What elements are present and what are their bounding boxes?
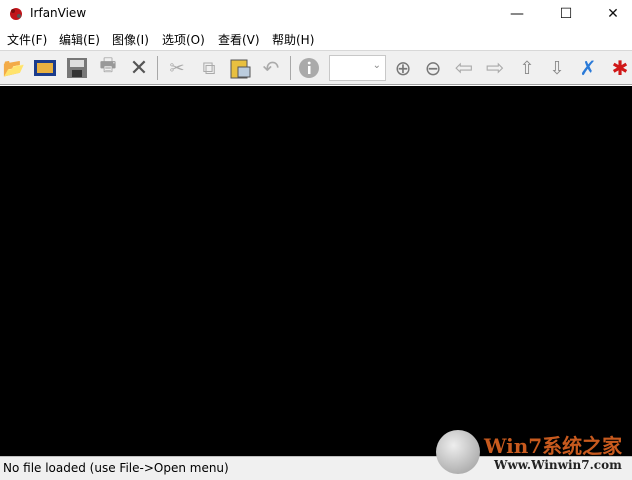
paste-icon[interactable] bbox=[227, 55, 253, 81]
previous-file-icon[interactable]: ⇧ bbox=[514, 55, 540, 81]
zoom-out-icon[interactable]: ⊖ bbox=[420, 55, 446, 81]
save-icon[interactable] bbox=[64, 55, 90, 81]
windows-logo bbox=[436, 430, 480, 474]
chevron-down-icon: ⌄ bbox=[372, 60, 381, 71]
toolbar-separator bbox=[290, 56, 291, 80]
delete-icon[interactable]: ✕ bbox=[126, 55, 152, 81]
next-icon[interactable]: ⇨ bbox=[482, 55, 508, 81]
close-button[interactable]: ✕ bbox=[590, 0, 632, 28]
window-title: IrfanView bbox=[30, 6, 87, 20]
info-icon[interactable] bbox=[296, 55, 322, 81]
print-icon[interactable]: 🖶 bbox=[95, 55, 121, 81]
menu-image[interactable]: 图像(I) bbox=[112, 31, 149, 48]
menu-edit[interactable]: 编辑(E) bbox=[59, 31, 100, 48]
minimize-button[interactable]: — bbox=[494, 0, 540, 28]
watermark-brand: Win7系统之家 bbox=[484, 434, 623, 458]
slideshow-icon[interactable] bbox=[32, 55, 58, 81]
settings-icon[interactable]: ✗ bbox=[575, 55, 601, 81]
toolbar-separator bbox=[157, 56, 158, 80]
previous-icon[interactable]: ⇦ bbox=[451, 55, 477, 81]
menu-options[interactable]: 选项(O) bbox=[162, 31, 205, 48]
zoom-combo[interactable]: ⌄ bbox=[329, 55, 386, 81]
maximize-button[interactable]: ☐ bbox=[543, 0, 589, 28]
menu-bar: 文件(F) 编辑(E) 图像(I) 选项(O) 查看(V) 帮助(H) bbox=[0, 28, 632, 50]
irfanview-app-icon bbox=[8, 6, 24, 22]
image-view[interactable] bbox=[0, 86, 632, 456]
open-folder-icon[interactable]: 📂 bbox=[1, 55, 27, 81]
next-file-icon[interactable]: ⇩ bbox=[544, 55, 570, 81]
status-text: No file loaded (use File->Open menu) bbox=[3, 461, 229, 475]
watermark-url: Www.Winwin7.com bbox=[494, 458, 622, 472]
watermark: Win7系统之家 Www.Winwin7.com bbox=[436, 428, 632, 480]
title-bar: IrfanView — ☐ ✕ bbox=[0, 0, 632, 28]
undo-icon[interactable]: ↶ bbox=[258, 55, 284, 81]
menu-help[interactable]: 帮助(H) bbox=[272, 31, 314, 48]
copy-icon[interactable]: ⧉ bbox=[196, 55, 222, 81]
cut-icon[interactable]: ✂ bbox=[164, 55, 190, 81]
menu-file[interactable]: 文件(F) bbox=[7, 31, 47, 48]
irfanview-logo-icon[interactable]: ✱ bbox=[607, 55, 632, 81]
toolbar: 📂 🖶 ✕ ✂ ⧉ ↶ ⌄ ⊕ ⊖ ⇦ ⇨ ⇧ ⇩ ✗ ✱ bbox=[0, 50, 632, 85]
menu-view[interactable]: 查看(V) bbox=[218, 31, 260, 48]
zoom-in-icon[interactable]: ⊕ bbox=[390, 55, 416, 81]
